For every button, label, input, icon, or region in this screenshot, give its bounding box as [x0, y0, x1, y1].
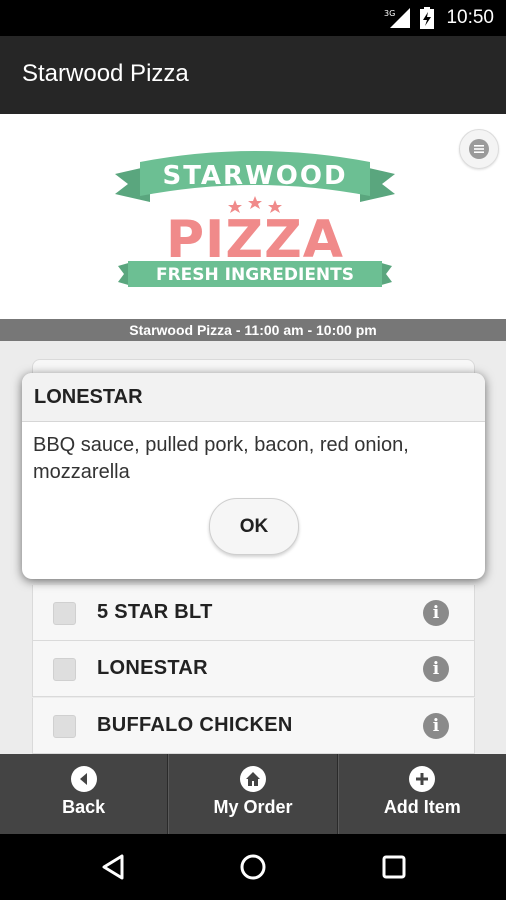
clock: 10:50 [446, 7, 494, 28]
back-label: Back [62, 797, 106, 817]
status-bar: 3G 10:50 [0, 0, 506, 36]
dialog-body: BBQ sauce, pulled pork, bacon, red onion… [33, 434, 409, 483]
item-description-dialog: LONESTAR BBQ sauce, pulled pork, bacon, … [22, 373, 485, 579]
ok-button[interactable]: OK [209, 498, 299, 555]
recents-square-icon[interactable] [378, 851, 410, 883]
info-icon[interactable]: i [423, 713, 449, 739]
my-order-label: My Order [213, 797, 293, 817]
menu-icon [469, 139, 489, 159]
plus-icon [409, 766, 436, 792]
header-area: STARWOOD PIZZA FRESH INGREDIENTS [0, 114, 506, 319]
home-circle-icon[interactable] [237, 851, 269, 883]
item-label: BUFFALO CHICKEN [97, 714, 293, 736]
list-item-5-star-blt[interactable]: 5 STAR BLT i [32, 585, 475, 641]
info-icon[interactable]: i [423, 600, 449, 626]
hours-banner: Starwood Pizza - 11:00 am - 10:00 pm [0, 319, 506, 341]
back-arrow-icon [70, 766, 97, 792]
home-icon [239, 766, 266, 792]
back-triangle-icon[interactable] [98, 851, 130, 883]
item-label: 5 STAR BLT [97, 601, 213, 623]
add-item-button[interactable]: Add Item [337, 754, 506, 834]
signal-icon: 3G [384, 8, 410, 28]
back-button[interactable]: Back [0, 754, 169, 834]
item-checkbox[interactable] [53, 715, 76, 738]
item-checkbox[interactable] [53, 658, 76, 681]
menu-button[interactable] [459, 129, 499, 169]
item-label: LONESTAR [97, 657, 208, 679]
app-bar: Starwood Pizza [0, 36, 506, 114]
logo-line1: STARWOOD [162, 161, 347, 191]
system-navigation-bar [0, 834, 506, 900]
dialog-title: LONESTAR [22, 373, 485, 422]
logo-line3: FRESH INGREDIENTS [156, 265, 354, 285]
list-item-lonestar[interactable]: LONESTAR i [32, 641, 475, 697]
app-title: Starwood Pizza [22, 60, 189, 87]
network-type: 3G [384, 9, 395, 18]
item-checkbox[interactable] [53, 602, 76, 625]
add-item-label: Add Item [383, 797, 461, 817]
my-order-button[interactable]: My Order [168, 754, 338, 834]
battery-icon [420, 7, 434, 29]
bottom-navigation: Back My Order Add Item [0, 754, 506, 834]
starwood-pizza-logo: STARWOOD PIZZA FRESH INGREDIENTS [115, 151, 395, 287]
info-icon[interactable]: i [423, 656, 449, 682]
list-item-buffalo-chicken[interactable]: BUFFALO CHICKEN i [32, 698, 475, 754]
